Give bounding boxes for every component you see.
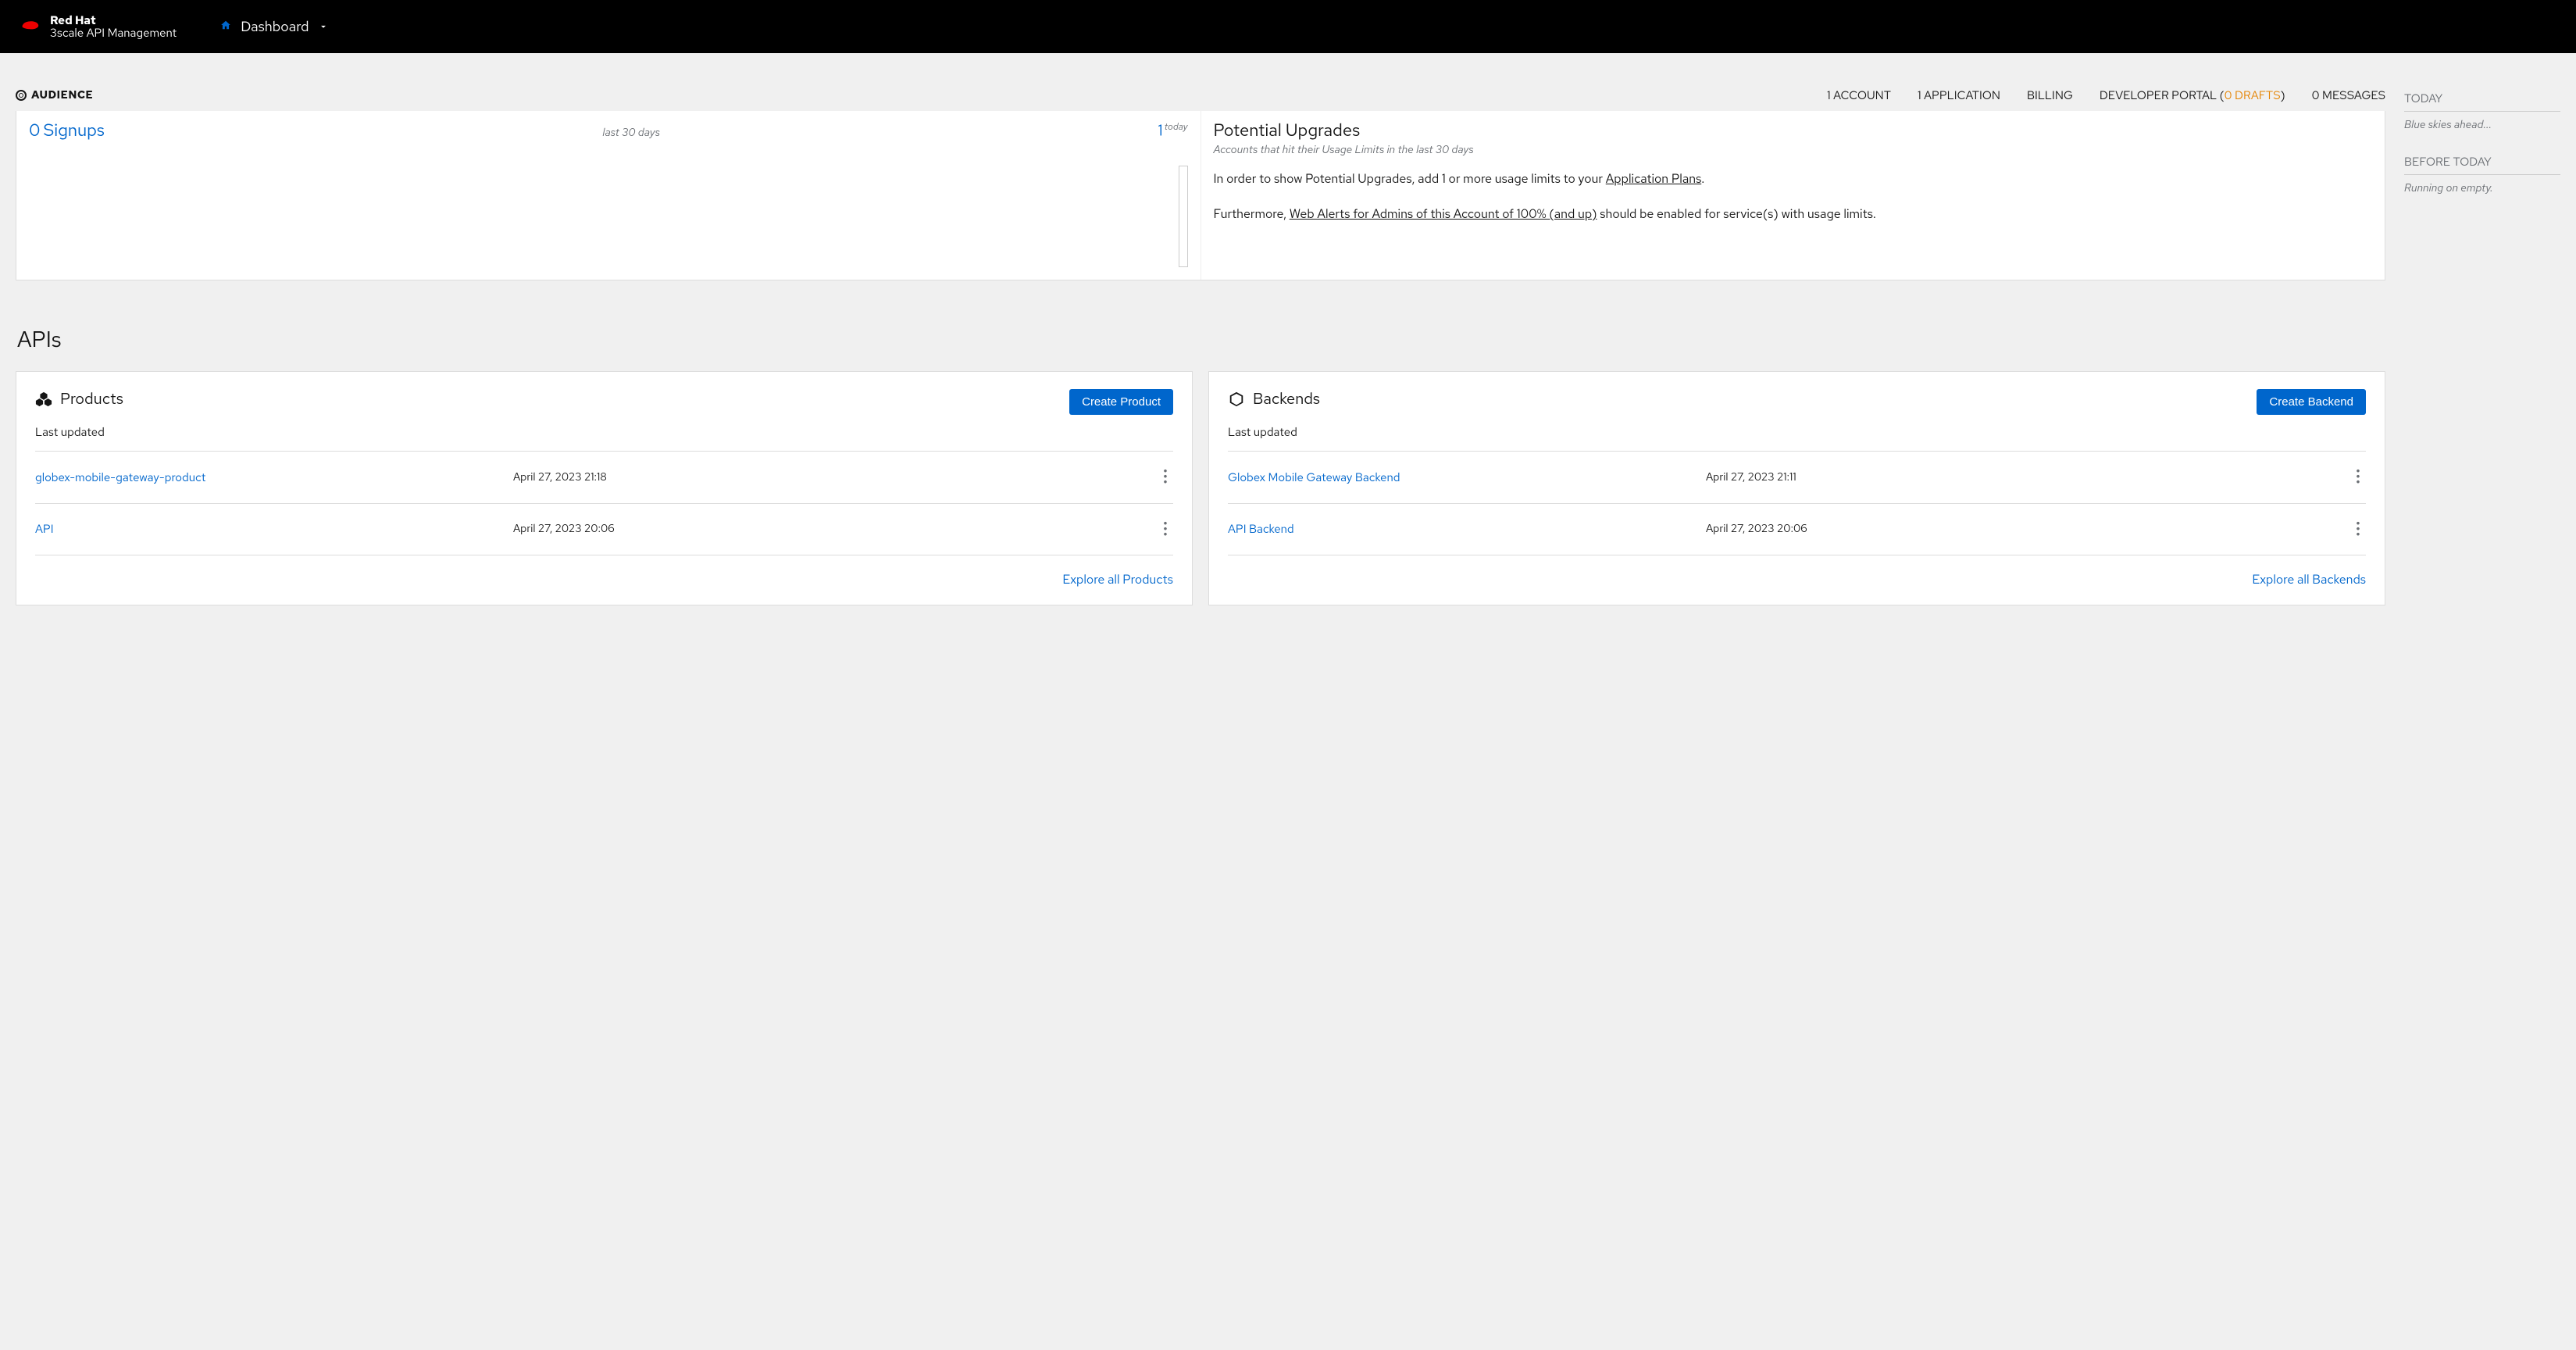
redhat-logo-icon: [19, 19, 41, 34]
overview-cards: 0Signups last 30 days 1today Potential U…: [16, 111, 2385, 280]
audience-label: AUDIENCE: [16, 88, 93, 102]
link-application-plans[interactable]: Application Plans: [1606, 170, 1701, 187]
home-icon: [220, 20, 231, 34]
masthead: Red Hat 3scale API Management Dashboard: [0, 0, 2576, 53]
link-web-alerts[interactable]: Web Alerts for Admins of this Account of…: [1290, 205, 1597, 222]
explore-backends-link[interactable]: Explore all Backends: [2252, 571, 2366, 588]
upgrades-title: Potential Upgrades: [1214, 119, 2373, 141]
backend-timestamp: April 27, 2023 21:11: [1706, 470, 2350, 484]
audience-nav: 1 ACCOUNT 1 APPLICATION BILLING DEVELOPE…: [1827, 88, 2385, 103]
upgrades-subtitle: Accounts that hit their Usage Limits in …: [1214, 143, 2373, 157]
kebab-icon[interactable]: •••: [1158, 469, 1173, 486]
backend-link[interactable]: Globex Mobile Gateway Backend: [1228, 470, 1706, 485]
audience-label-text: AUDIENCE: [31, 88, 93, 102]
table-row: globex-mobile-gateway-product April 27, …: [35, 452, 1173, 504]
signups-today: 1today: [1158, 120, 1188, 141]
context-selector[interactable]: Dashboard: [220, 18, 329, 36]
nav-devportal[interactable]: DEVELOPER PORTAL (0 DRAFTS): [2100, 88, 2285, 103]
card-potential-upgrades: Potential Upgrades Accounts that hit the…: [1201, 111, 2385, 280]
signups-label: Signups: [44, 119, 105, 141]
create-product-button[interactable]: Create Product: [1069, 389, 1173, 415]
activity-sidebar: TODAY Blue skies ahead... BEFORE TODAY R…: [2404, 53, 2560, 605]
cubes-icon: [35, 391, 52, 408]
upgrades-p2: Furthermore, Web Alerts for Admins of th…: [1214, 205, 2373, 223]
kebab-icon[interactable]: •••: [1158, 521, 1173, 538]
brand-bottom: 3scale API Management: [50, 27, 177, 40]
nav-applications[interactable]: 1 APPLICATION: [1918, 88, 2000, 103]
chevron-down-icon: [318, 21, 329, 32]
api-grid: Products Create Product Last updated glo…: [16, 371, 2385, 605]
product-timestamp: April 27, 2023 21:18: [513, 470, 1158, 484]
products-title: Products: [60, 389, 123, 409]
kebab-icon[interactable]: •••: [2350, 521, 2366, 538]
explore-products-link[interactable]: Explore all Products: [1062, 571, 1173, 588]
target-icon: [16, 90, 27, 101]
upgrades-p1: In order to show Potential Upgrades, add…: [1214, 170, 2373, 188]
brand[interactable]: Red Hat 3scale API Management: [19, 14, 177, 40]
table-row: API Backend April 27, 2023 20:06 •••: [1228, 504, 2366, 556]
create-backend-button[interactable]: Create Backend: [2257, 389, 2366, 415]
nav-billing[interactable]: BILLING: [2027, 88, 2073, 103]
sidebar-before-heading: BEFORE TODAY: [2404, 154, 2560, 175]
product-timestamp: April 27, 2023 20:06: [513, 522, 1158, 536]
signups-sparkline[interactable]: [1179, 166, 1188, 267]
context-label: Dashboard: [241, 18, 309, 36]
product-link[interactable]: globex-mobile-gateway-product: [35, 470, 513, 485]
nav-messages[interactable]: 0 MESSAGES: [2312, 88, 2385, 103]
signups-count: 0: [29, 119, 41, 141]
card-signups: 0Signups last 30 days 1today: [16, 111, 1201, 280]
kebab-icon[interactable]: •••: [2350, 469, 2366, 486]
product-link[interactable]: API: [35, 521, 513, 537]
backend-link[interactable]: API Backend: [1228, 521, 1706, 537]
sidebar-today-heading: TODAY: [2404, 91, 2560, 112]
backends-title: Backends: [1253, 389, 1320, 409]
products-last-updated-label: Last updated: [35, 424, 1173, 440]
cube-icon: [1228, 391, 1245, 408]
backends-last-updated-label: Last updated: [1228, 424, 2366, 440]
backend-timestamp: April 27, 2023 20:06: [1706, 522, 2350, 536]
signups-range: last 30 days: [602, 126, 660, 140]
drafts-count: 0 DRAFTS: [2225, 88, 2281, 103]
nav-accounts[interactable]: 1 ACCOUNT: [1827, 88, 1891, 103]
sidebar-today-msg: Blue skies ahead...: [2404, 118, 2560, 132]
apis-heading: APIs: [17, 324, 2385, 354]
card-backends: Backends Create Backend Last updated Glo…: [1208, 371, 2385, 605]
table-row: API April 27, 2023 20:06 •••: [35, 504, 1173, 556]
signups-title[interactable]: 0Signups: [29, 119, 105, 141]
audience-bar: AUDIENCE 1 ACCOUNT 1 APPLICATION BILLING…: [16, 53, 2385, 111]
table-row: Globex Mobile Gateway Backend April 27, …: [1228, 452, 2366, 504]
card-products: Products Create Product Last updated glo…: [16, 371, 1193, 605]
sidebar-before-msg: Running on empty.: [2404, 181, 2560, 195]
